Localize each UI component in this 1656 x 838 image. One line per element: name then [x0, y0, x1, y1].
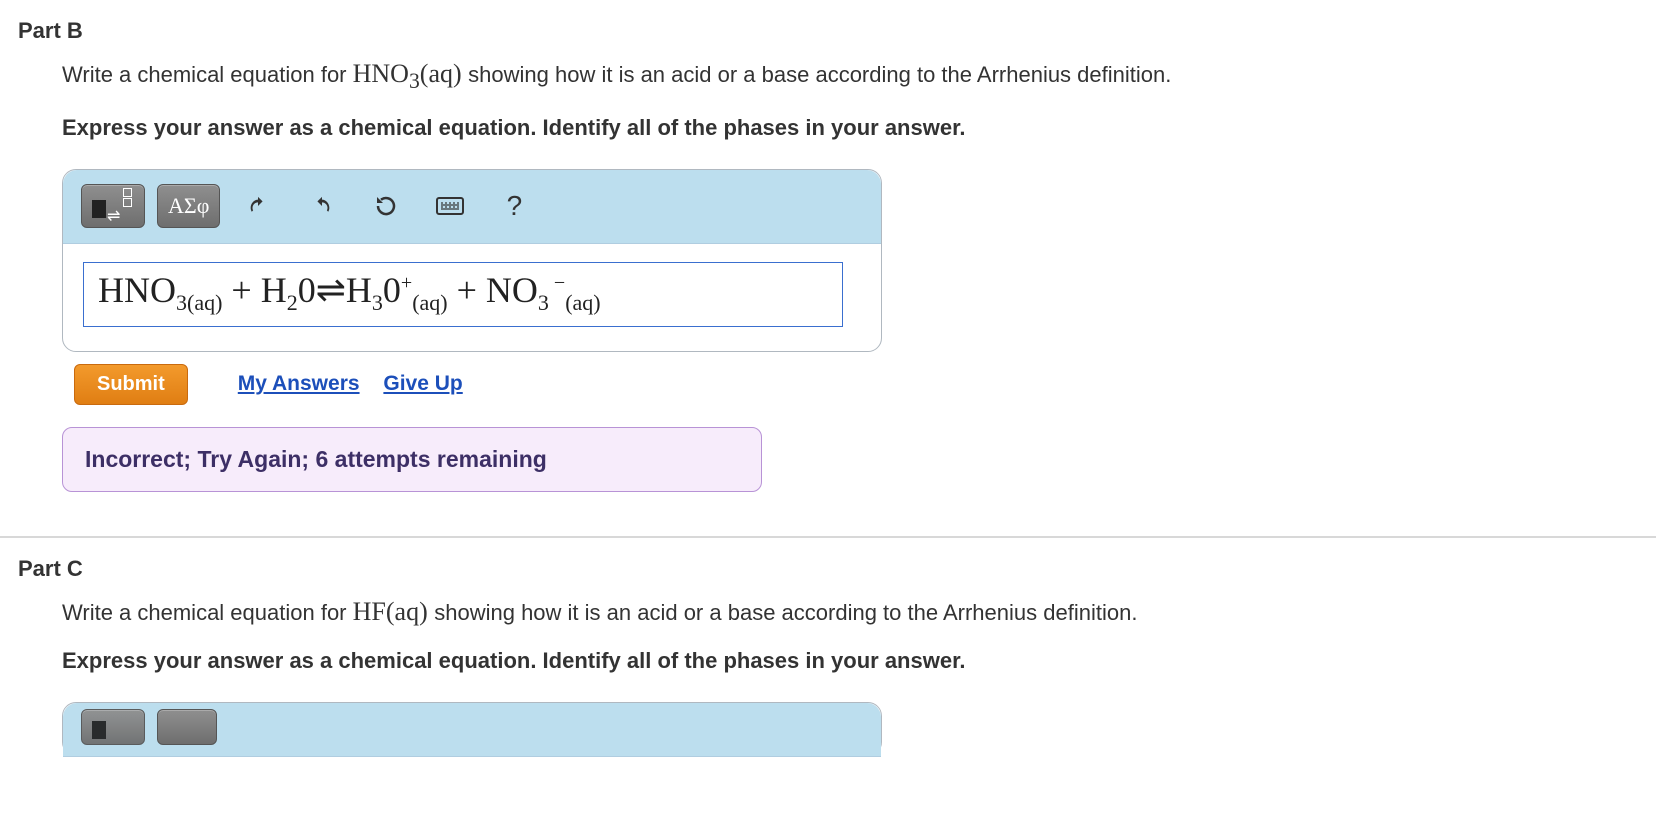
help-button[interactable]: ?	[488, 184, 540, 228]
redo-icon	[311, 195, 333, 217]
my-answers-link[interactable]: My Answers	[238, 372, 360, 395]
part-c-prompt: Write a chemical equation for HF(aq) sho…	[62, 594, 1656, 630]
keyboard-icon	[436, 197, 464, 215]
template-icon: ⇌	[92, 192, 134, 220]
prompt-post: showing how it is an acid or a base acco…	[434, 600, 1137, 625]
equation-toolbar-c	[63, 703, 881, 757]
equation-toolbar: ⇌ ΑΣφ ?	[63, 170, 881, 244]
reset-icon	[374, 194, 398, 218]
reset-button[interactable]	[360, 184, 412, 228]
formula-base: HF	[353, 597, 386, 626]
prompt-post: showing how it is an acid or a base acco…	[468, 62, 1171, 87]
equation-row: HNO3(aq) + H20⇌H30+(aq) + NO3 −(aq)	[63, 244, 881, 351]
part-c-instruction: Express your answer as a chemical equati…	[62, 648, 1656, 674]
give-up-link[interactable]: Give Up	[383, 372, 462, 395]
prompt-formula: HF(aq)	[353, 597, 435, 626]
part-c-header: Part C	[0, 538, 1656, 594]
answer-card-partial	[62, 702, 882, 756]
formula-sub: 3	[409, 69, 420, 93]
undo-icon	[247, 195, 269, 217]
formula-base: HNO	[353, 59, 409, 88]
links: My Answers Give Up	[238, 372, 463, 396]
formula-phase: (aq)	[420, 59, 462, 88]
keyboard-button[interactable]	[424, 184, 476, 228]
greek-button[interactable]: ΑΣφ	[157, 184, 220, 228]
feedback-banner: Incorrect; Try Again; 6 attempts remaini…	[62, 427, 762, 492]
equation-input[interactable]: HNO3(aq) + H20⇌H30+(aq) + NO3 −(aq)	[83, 262, 843, 327]
part-c-section: Part C Write a chemical equation for HF(…	[0, 538, 1656, 756]
actions-row: Submit My Answers Give Up	[62, 358, 1656, 405]
template-icon	[92, 713, 134, 741]
part-b-section: Part B Write a chemical equation for HNO…	[0, 0, 1656, 492]
part-b-prompt: Write a chemical equation for HNO3(aq) s…	[62, 56, 1656, 97]
prompt-pre: Write a chemical equation for	[62, 62, 353, 87]
template-button[interactable]	[81, 709, 145, 745]
submit-button[interactable]: Submit	[74, 364, 188, 405]
greek-button[interactable]	[157, 709, 217, 745]
template-button[interactable]: ⇌	[81, 184, 145, 228]
redo-button[interactable]	[296, 184, 348, 228]
part-b-instruction: Express your answer as a chemical equati…	[62, 115, 1656, 141]
formula-phase: (aq)	[386, 597, 428, 626]
prompt-formula: HNO3(aq)	[353, 59, 469, 88]
undo-button[interactable]	[232, 184, 284, 228]
answer-card: ⇌ ΑΣφ ? HNO3(aq) + H20⇌H30	[62, 169, 882, 352]
part-b-header: Part B	[0, 0, 1656, 56]
prompt-pre: Write a chemical equation for	[62, 600, 353, 625]
